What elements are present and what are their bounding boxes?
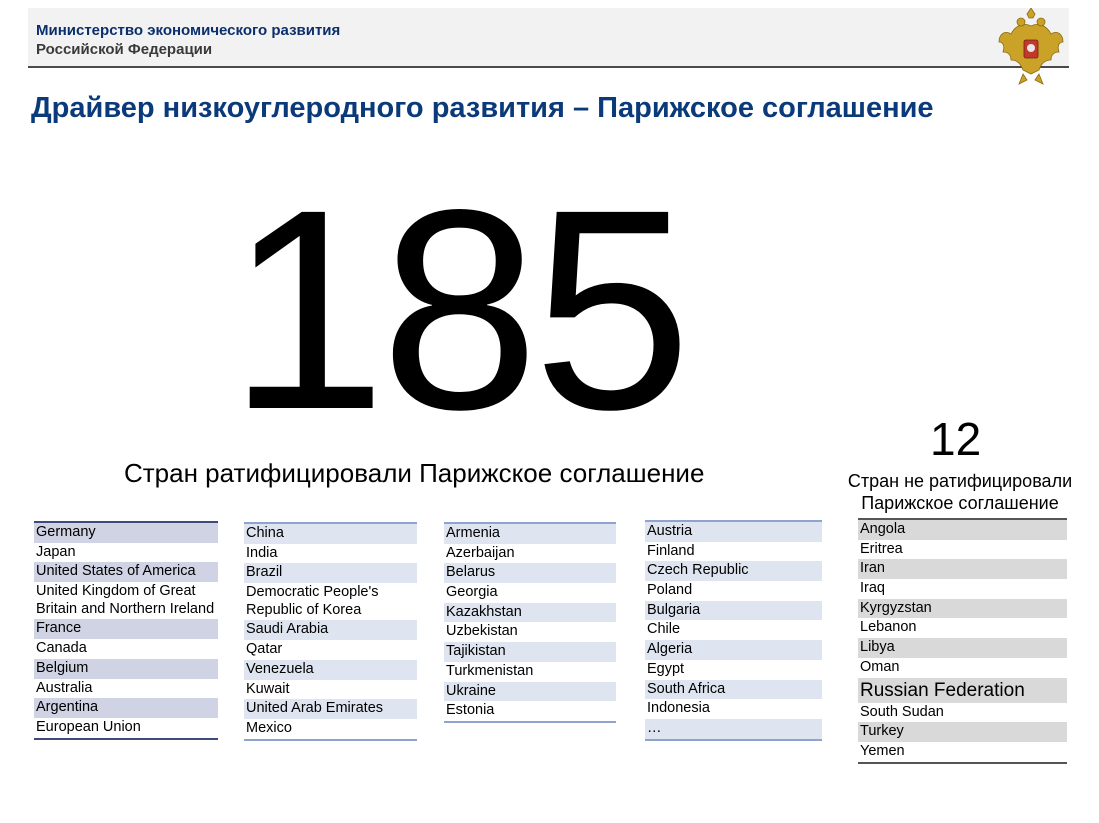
list-item: United Kingdom of Great Britain and Nort…: [36, 583, 215, 617]
list-item: Angola: [858, 520, 1067, 540]
list-item-highlighted: Russian Federation: [858, 677, 1067, 703]
list-item: Belarus: [444, 563, 616, 584]
list-item: United Arab Emirates: [244, 699, 417, 719]
list-item: Tajikistan: [444, 642, 616, 662]
list-item: Argentina: [34, 698, 218, 718]
list-item: Turkmenistan: [446, 662, 534, 679]
list-item: Lebanon: [860, 619, 917, 636]
list-item: European Union: [36, 718, 141, 735]
country-list-col3: Armenia Azerbaijan Belarus Georgia Kazak…: [444, 522, 616, 723]
list-item: Qatar: [246, 641, 283, 658]
coat-of-arms-icon: [998, 8, 1064, 85]
list-item: Georgia: [446, 584, 498, 601]
list-item: Azerbaijan: [446, 544, 515, 561]
list-item: Germany: [34, 523, 218, 543]
list-item: Oman: [860, 658, 900, 675]
country-list-col4: Austria Finland Czech Republic Poland Bu…: [645, 520, 822, 741]
list-item: Ukraine: [444, 681, 616, 702]
list-item: China: [244, 524, 417, 544]
list-item: Japan: [36, 543, 76, 560]
not-ratified-caption-line1: Стран не ратифицировали: [847, 471, 1073, 491]
ratified-count: 185: [228, 151, 692, 469]
ratified-caption: Стран ратифицировали Парижское соглашени…: [124, 458, 705, 488]
page-title: Драйвер низкоуглеродного развития – Пари…: [31, 92, 934, 124]
list-item: Finland: [647, 542, 695, 559]
list-item: France: [34, 619, 218, 640]
list-item: United States of America: [34, 562, 218, 583]
list-item: India: [246, 544, 278, 561]
ministry-name-line2: Российской Федерации: [36, 41, 213, 58]
list-item: Estonia: [446, 702, 495, 719]
list-item: Belgium: [34, 658, 218, 679]
list-item: Eritrea: [860, 540, 903, 557]
not-ratified-country-list: Angola Eritrea Iran Iraq Kyrgyzstan Leba…: [858, 518, 1067, 764]
list-item: Kuwait: [246, 680, 290, 697]
list-item: Egypt: [647, 660, 685, 677]
country-list-col1: Germany Japan United States of America U…: [34, 521, 218, 740]
ministry-name-line1: Министерство экономического развития: [36, 22, 341, 39]
list-item: South Africa: [645, 679, 822, 700]
list-item: Iran: [858, 559, 1067, 580]
list-item: Kazakhstan: [444, 602, 616, 623]
list-item: Venezuela: [244, 659, 417, 680]
list-item: Iraq: [860, 580, 885, 597]
list-item: Kyrgyzstan: [858, 598, 1067, 619]
list-item: Canada: [36, 640, 87, 657]
list-item: South Sudan: [860, 703, 944, 720]
list-item: Poland: [647, 582, 693, 599]
list-item: Australia: [36, 679, 93, 696]
list-item: Mexico: [246, 719, 292, 736]
list-item: Saudi Arabia: [244, 620, 417, 641]
country-list-col2: China India Brazil Democratic People's R…: [244, 522, 417, 741]
list-item: Yemen: [860, 743, 905, 760]
list-item: Bulgaria: [645, 600, 822, 621]
list-item: Czech Republic: [645, 561, 822, 582]
list-item: Armenia: [444, 524, 616, 544]
list-item: Uzbekistan: [446, 623, 518, 640]
list-item: Algeria: [645, 640, 822, 660]
not-ratified-count: 12: [930, 413, 982, 465]
list-item: …: [645, 718, 822, 739]
list-item: Chile: [647, 621, 681, 638]
not-ratified-caption-line2: Парижское соглашение: [861, 492, 1059, 513]
list-item: Austria: [645, 522, 822, 542]
list-item: Brazil: [244, 563, 417, 584]
not-ratified-caption: Стран не ратифицировали Парижское соглаш…: [842, 471, 1078, 514]
list-item: Libya: [858, 638, 1067, 658]
list-item: Indonesia: [647, 700, 710, 717]
list-item: Turkey: [858, 722, 1067, 743]
list-item: Democratic People's Republic of Korea: [246, 584, 379, 618]
